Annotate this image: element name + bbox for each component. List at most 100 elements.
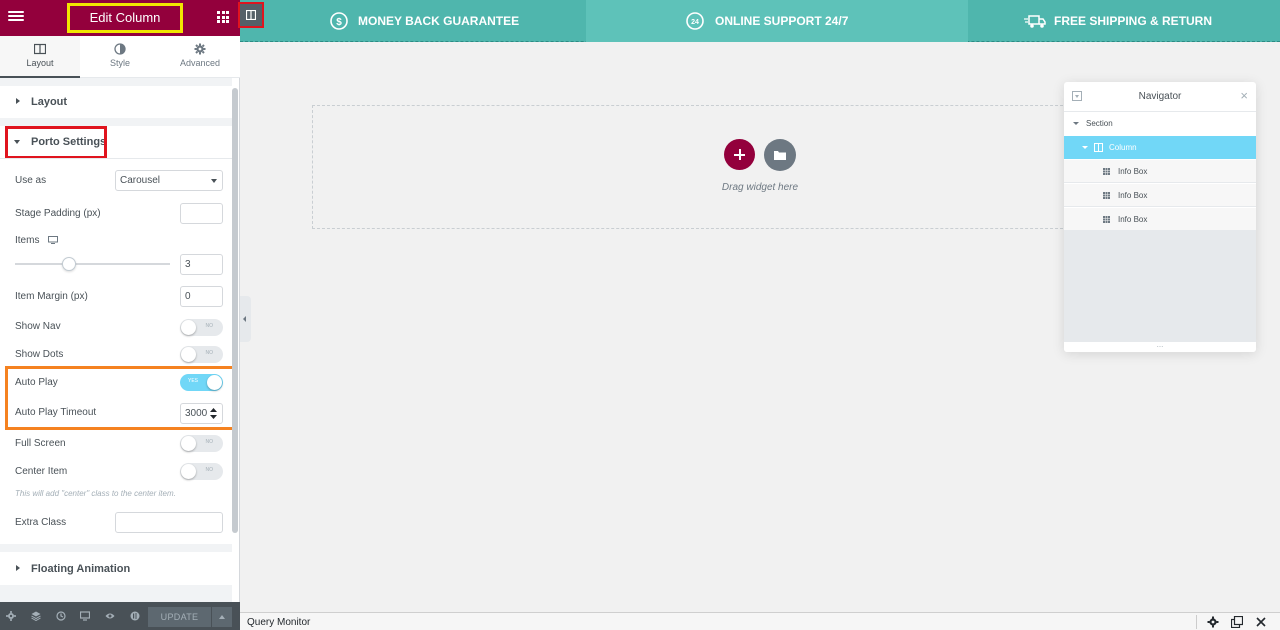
section-floating-label: Floating Animation [31, 563, 131, 575]
widget-grid-icon [1103, 192, 1110, 199]
show-nav-label: Show Nav [15, 321, 61, 332]
tab-label: Advanced [179, 58, 221, 68]
editor-panel: Edit Column Layout Style Advanced Layout… [0, 0, 240, 630]
navigator-resize-handle[interactable]: ... [1064, 341, 1256, 352]
caret-down-icon [1082, 146, 1088, 149]
contrast-icon [114, 43, 126, 55]
navigator-item-section[interactable]: Section [1064, 112, 1256, 135]
use-as-label: Use as [15, 175, 47, 186]
update-button[interactable]: UPDATE [148, 607, 211, 627]
truck-icon [1024, 15, 1046, 28]
hamburger-menu-icon[interactable] [8, 9, 24, 25]
item-margin-input[interactable]: 0 [180, 286, 223, 307]
navigator-item-label: Info Box [1118, 215, 1148, 224]
navigator-empty-area [1064, 230, 1256, 342]
topbar-item-shipping: FREE SHIPPING & RETURN [1054, 14, 1213, 28]
close-icon[interactable] [1255, 616, 1267, 628]
navigator-item-label: Info Box [1118, 167, 1148, 176]
items-label: Items [15, 235, 40, 246]
navigator-item-widget[interactable]: Info Box [1064, 160, 1256, 183]
panel-separator [0, 78, 232, 86]
elementor-icon[interactable] [130, 611, 140, 621]
use-as-select[interactable]: Carousel [115, 170, 223, 191]
popout-icon[interactable] [1231, 616, 1243, 628]
section-layout-label: Layout [31, 96, 68, 108]
caret-right-icon [16, 98, 20, 104]
tab-label: Style [109, 58, 130, 68]
navigator-item-column[interactable]: Column [1064, 136, 1256, 159]
empty-column-dropzone[interactable] [312, 105, 1068, 229]
section-divider [0, 158, 232, 159]
panel-header: Edit Column [0, 0, 240, 36]
responsive-icon[interactable] [80, 611, 90, 621]
gear-icon[interactable] [6, 611, 16, 621]
eye-icon[interactable] [105, 611, 115, 621]
widget-grid-icon [1103, 216, 1110, 223]
panel-title: Edit Column [67, 3, 183, 33]
folder-icon [774, 151, 786, 160]
history-icon[interactable] [56, 611, 66, 621]
add-template-button[interactable] [764, 139, 796, 171]
spinner-arrows-icon[interactable] [210, 408, 217, 419]
panel-collapse-handle[interactable] [240, 296, 251, 342]
svg-text:24: 24 [691, 19, 699, 26]
caret-right-icon [16, 565, 20, 571]
navigator-title: Navigator [1138, 91, 1182, 102]
navigator-header[interactable]: Navigator × [1064, 82, 1256, 112]
query-monitor-label[interactable]: Query Monitor [247, 617, 310, 628]
column-icon [246, 10, 256, 20]
column-edit-handle[interactable] [238, 2, 264, 28]
auto-play-timeout-value: 3000 [185, 408, 208, 419]
widget-grid-icon [1103, 168, 1110, 175]
navigator-item-label: Column [1109, 143, 1137, 152]
svg-text:$: $ [336, 17, 342, 28]
update-options-button[interactable] [212, 607, 232, 627]
desktop-icon[interactable] [48, 236, 58, 244]
auto-play-label: Auto Play [15, 377, 58, 388]
tab-advanced[interactable]: Advanced [160, 36, 240, 77]
navigator-panel: Navigator × Section Column Info Box Info… [1064, 82, 1256, 352]
topbar-item-money-back: MONEY BACK GUARANTEE [358, 14, 520, 28]
navigator-item-label: Info Box [1118, 191, 1148, 200]
center-item-switch[interactable]: NO [180, 463, 223, 480]
column-icon [1094, 143, 1103, 152]
auto-play-switch[interactable]: YES [180, 374, 223, 391]
navigator-item-label: Section [1086, 119, 1113, 128]
navigator-item-widget[interactable]: Info Box [1064, 184, 1256, 207]
full-screen-switch[interactable]: NO [180, 435, 223, 452]
dollar-icon: $ [330, 12, 348, 30]
support-24-icon: 24 [686, 12, 704, 30]
panel-tabs: Layout Style Advanced [0, 36, 240, 78]
show-dots-switch[interactable]: NO [180, 346, 223, 363]
section-divider [0, 118, 232, 126]
extra-class-input[interactable] [115, 512, 223, 533]
items-slider-track[interactable] [15, 263, 170, 265]
stage-padding-input[interactable] [180, 203, 223, 224]
items-slider-handle[interactable] [62, 257, 77, 271]
panel-scrollbar[interactable] [232, 88, 238, 533]
add-section-button[interactable] [724, 139, 755, 170]
tab-style[interactable]: Style [80, 36, 160, 77]
caret-down-icon [1073, 122, 1079, 125]
drag-widget-hint: Drag widget here [721, 182, 799, 193]
query-monitor-bar: Query Monitor [240, 612, 1280, 630]
layers-icon[interactable] [31, 611, 41, 621]
auto-play-timeout-label: Auto Play Timeout [15, 407, 97, 418]
show-nav-switch[interactable]: NO [180, 319, 223, 336]
item-margin-label: Item Margin (px) [15, 291, 88, 302]
extra-class-label: Extra Class [15, 517, 67, 528]
gear-icon[interactable] [1207, 616, 1219, 628]
close-icon[interactable]: × [1240, 89, 1248, 102]
section-layout-toggle[interactable]: Layout [0, 86, 232, 118]
widgets-grid-icon[interactable] [217, 11, 229, 23]
tab-layout[interactable]: Layout [0, 36, 80, 78]
section-floating-toggle[interactable]: Floating Animation [0, 553, 232, 585]
show-dots-label: Show Dots [15, 349, 64, 360]
navigator-item-widget[interactable]: Info Box [1064, 208, 1256, 231]
chevron-down-icon [211, 179, 217, 183]
center-item-label: Center Item [15, 466, 68, 477]
site-topbar: $ MONEY BACK GUARANTEE 24 ONLINE SUPPORT… [240, 0, 1280, 42]
auto-play-timeout-input[interactable]: 3000 [180, 403, 223, 424]
switch-state: NO [205, 467, 214, 473]
items-input[interactable]: 3 [180, 254, 223, 275]
